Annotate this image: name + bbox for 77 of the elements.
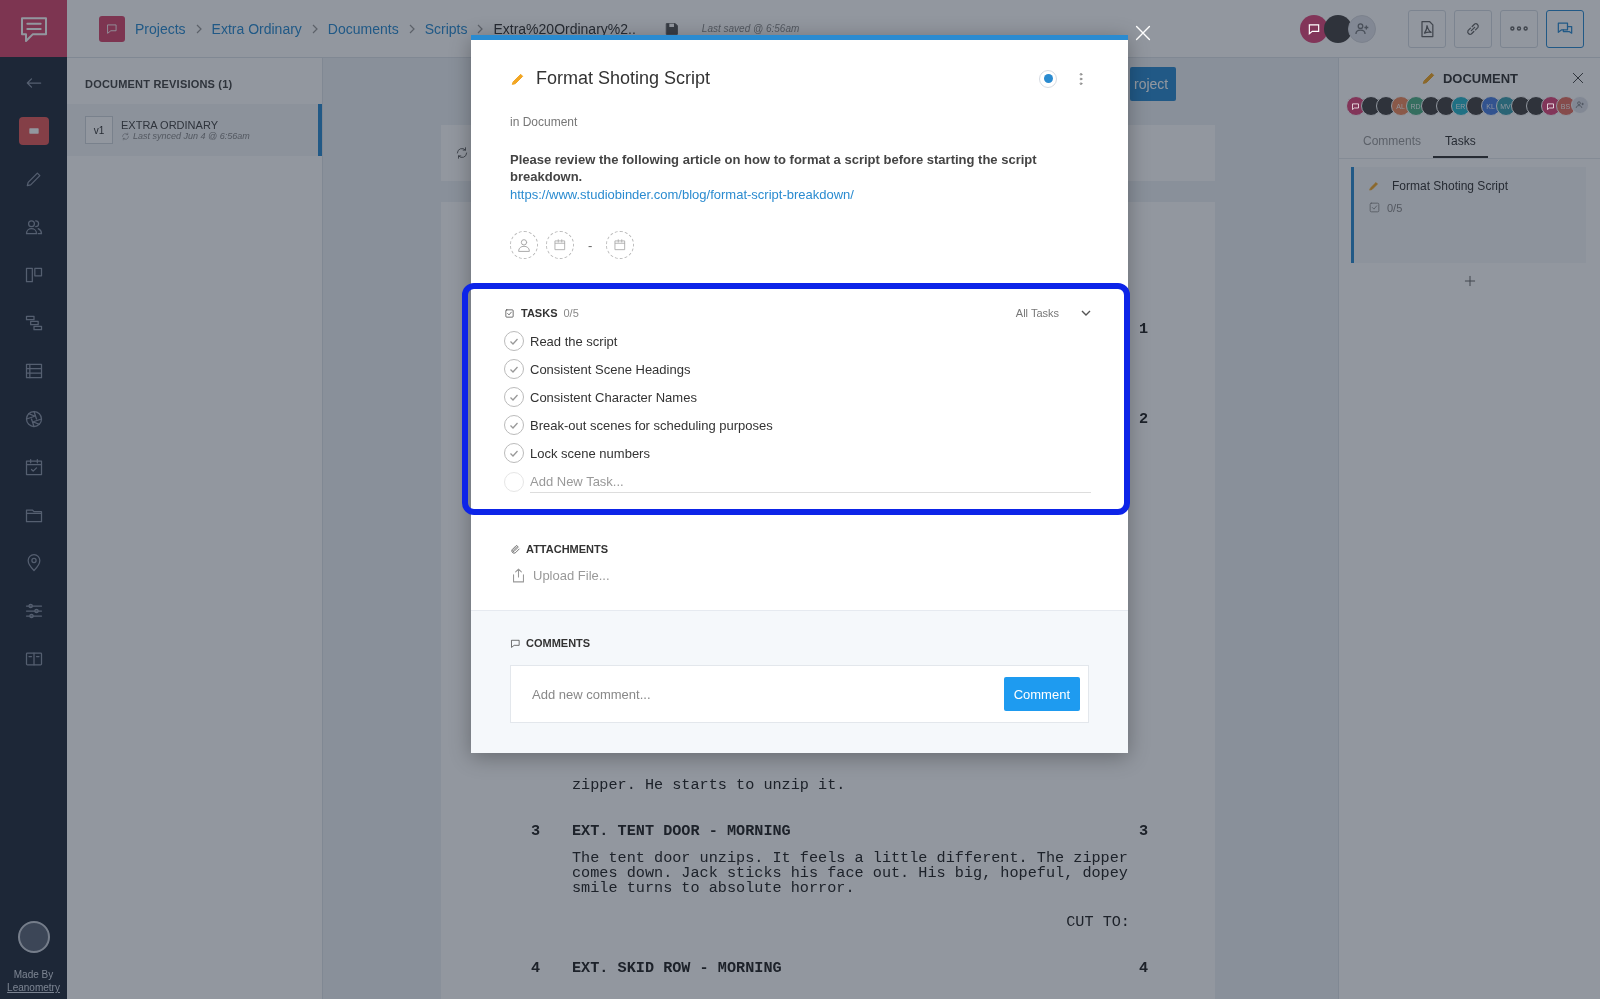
breadcrumb-current: Extra%20Ordinary%2.. — [493, 20, 636, 37]
checkbox-icon — [504, 307, 515, 319]
location-text: in Document — [510, 115, 579, 129]
scene-heading: EXT. TENT DOOR - MORNING — [572, 822, 792, 840]
complete-task-button[interactable] — [504, 443, 524, 463]
section-title: TASKS — [521, 307, 558, 319]
comment-icon — [510, 637, 521, 649]
section-title: ATTACHMENTS — [526, 543, 609, 555]
comment-field[interactable]: Add new comment... Comment — [510, 665, 1089, 723]
people-icon — [23, 217, 44, 237]
breadcrumb-link[interactable]: Projects — [135, 20, 186, 37]
task-label: Consistent Character Names — [530, 389, 697, 405]
transition-text: CUT TO: — [1065, 913, 1130, 931]
complete-task-button[interactable] — [504, 359, 524, 379]
scene-number: 4 — [531, 959, 542, 977]
refresh-icon — [455, 146, 469, 160]
made-by-text: Made By — [13, 969, 54, 980]
list-icon — [23, 361, 44, 381]
user-avatar[interactable] — [17, 921, 50, 953]
task-label: Read the script — [530, 333, 618, 349]
date-separator: - — [588, 237, 593, 253]
action-text: The tent door unzips. It feels a little different. The zipper comes down. Jack sticks his face out. His big, hopeful, dopey smile turns to absolute horror. — [572, 851, 1129, 896]
task-title: Format Shoting Script — [1392, 179, 1509, 193]
aperture-icon — [23, 409, 44, 429]
breadcrumb-link[interactable]: Scripts — [424, 20, 468, 37]
more-dots-icon — [1510, 26, 1528, 31]
scene-number: 4 — [1137, 959, 1148, 977]
gantt-icon — [23, 313, 44, 333]
task-label: Lock scene numbers — [530, 445, 650, 461]
description-text: Please review the following article on how to format a script before starting the script breakdown. — [510, 151, 1038, 185]
paperclip-icon — [510, 543, 521, 555]
filter-dropdown[interactable]: All Tasks — [1015, 307, 1091, 319]
subtask-count: 0/5 — [1387, 201, 1403, 214]
version-badge: v1 — [85, 116, 113, 144]
scene-heading: EXT. SKID ROW - MORNING — [572, 959, 783, 977]
checkbox-icon — [1368, 201, 1381, 214]
comment-button[interactable]: Comment — [1003, 677, 1080, 711]
nav-button[interactable] — [18, 117, 49, 145]
task-card[interactable]: Format Shoting Script 0/5 — [1351, 167, 1586, 263]
scene-number: 1 — [1137, 320, 1148, 338]
scene-number: 3 — [1137, 822, 1148, 840]
pencil-icon — [1420, 70, 1437, 86]
dialog-title: Format Shoting Script — [536, 68, 711, 89]
project-icon[interactable] — [99, 15, 125, 42]
app-logo[interactable] — [0, 0, 67, 57]
revision-name: EXTRA ORDINARY — [121, 119, 219, 131]
caret-icon — [1081, 308, 1091, 318]
complete-task-button[interactable] — [504, 387, 524, 407]
breadcrumb-link[interactable]: Documents — [327, 20, 399, 37]
panel-title: DOCUMENT REVISIONS (1) — [84, 77, 234, 92]
task-label: Consistent Scene Headings — [530, 361, 691, 377]
scene-number: 2 — [1137, 410, 1148, 428]
panel-title: DOCUMENT — [1442, 70, 1519, 86]
upload-button[interactable]: Upload File... — [510, 567, 1089, 584]
task-label: Break-out scenes for scheduling purposes — [530, 417, 773, 433]
article-link[interactable]: https://www.studiobinder.com/blog/format-script-breakdown/ — [510, 187, 854, 202]
breadcrumb-link[interactable]: Extra Ordinary — [211, 20, 302, 37]
leanometry-link[interactable]: Leanometry — [7, 982, 60, 993]
sync-icon — [121, 131, 130, 141]
board-icon — [23, 265, 44, 285]
avatar — [1324, 14, 1352, 43]
tab[interactable]: Tasks — [1433, 128, 1488, 158]
calendar-icon — [23, 457, 44, 477]
toolbar-button[interactable] — [1546, 9, 1584, 48]
chat-bubble-icon — [105, 21, 119, 36]
sliders-icon — [23, 601, 44, 621]
last-saved-text: Last saved @ 6:56am — [701, 23, 800, 34]
add-user-icon[interactable] — [1348, 14, 1376, 43]
scene-number: 3 — [531, 822, 542, 840]
upload-icon — [510, 567, 527, 584]
action-text: zipper. He starts to unzip it. — [572, 776, 847, 794]
task-count: 0/5 — [563, 307, 579, 319]
project-button[interactable]: roject — [1130, 67, 1177, 101]
complete-task-button[interactable] — [504, 415, 524, 435]
section-title: COMMENTS — [526, 637, 591, 649]
pencil-icon — [1368, 180, 1380, 192]
complete-task-button[interactable] — [504, 331, 524, 351]
